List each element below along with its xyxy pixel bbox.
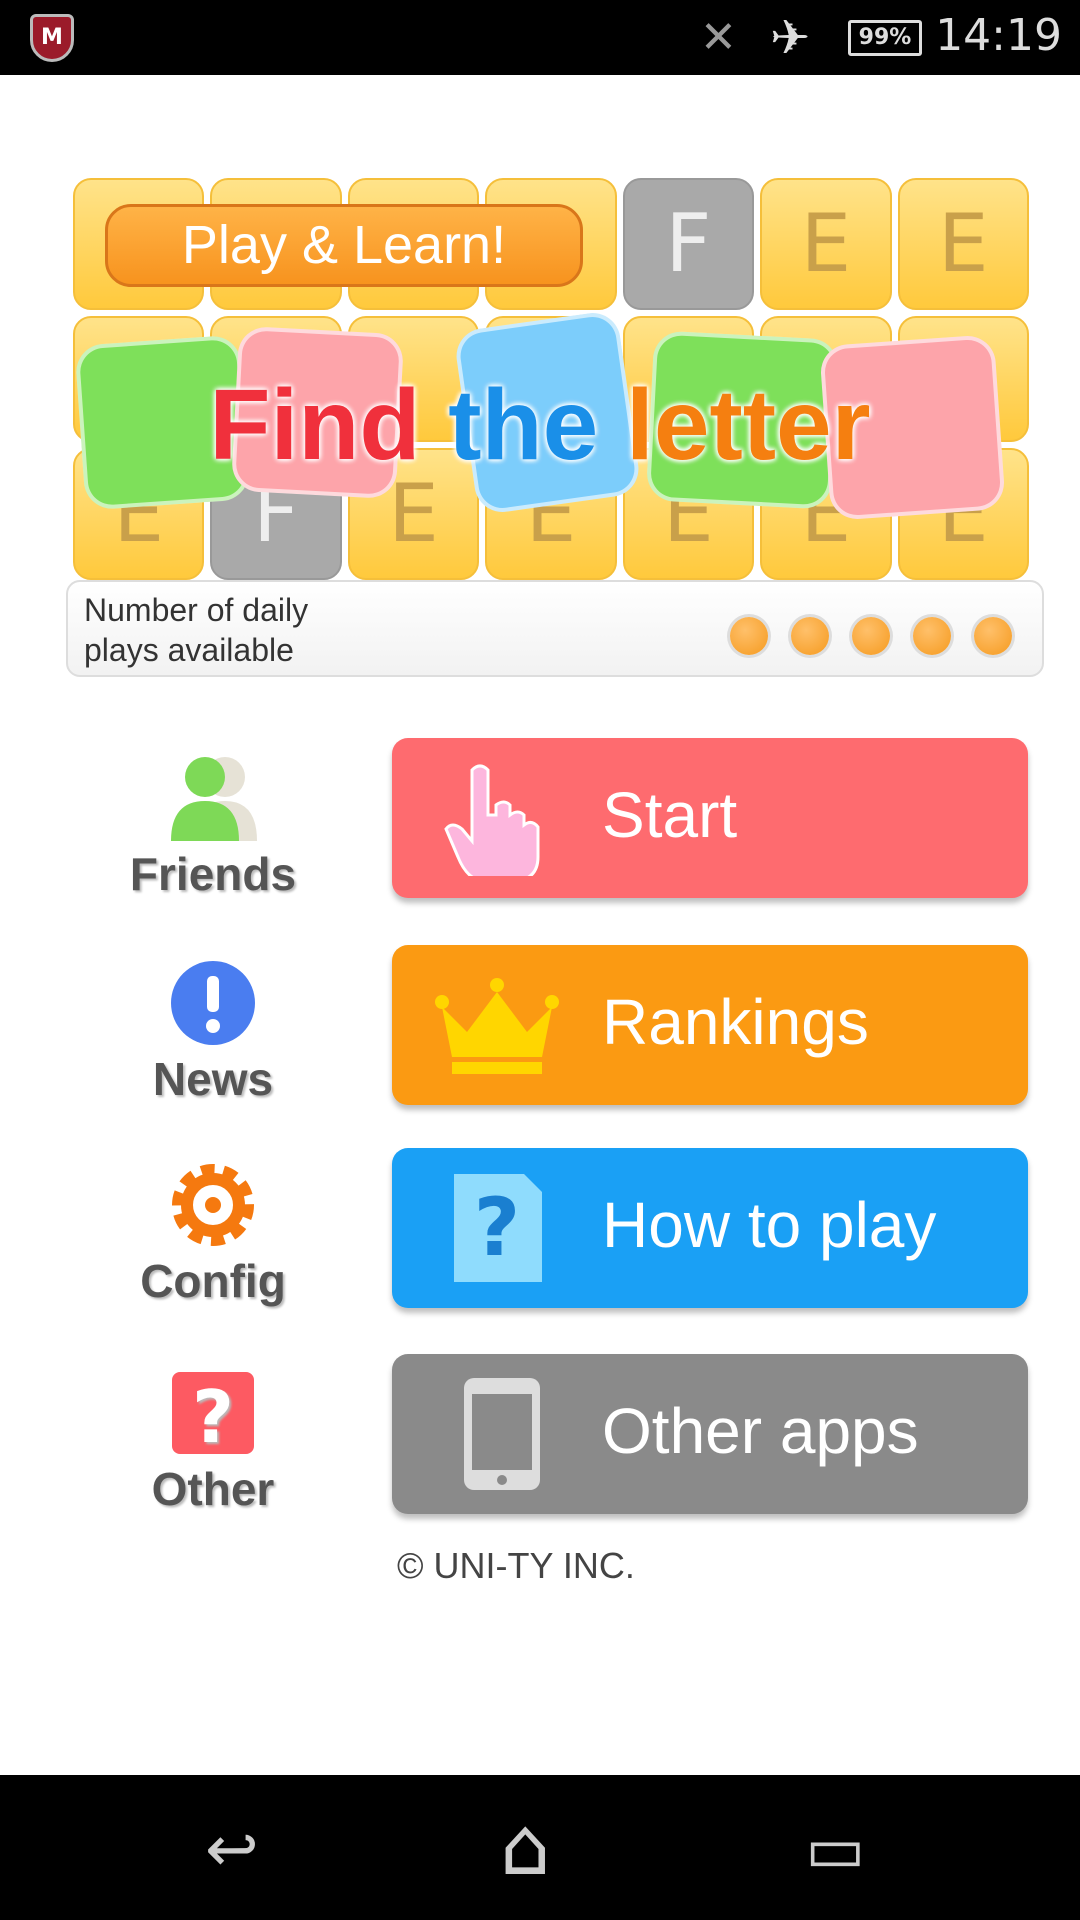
game-title: Find the letter xyxy=(90,365,990,485)
button-label: Start xyxy=(602,779,738,851)
play-count-dot xyxy=(974,617,1012,655)
clock: 14:19 xyxy=(935,10,1062,61)
daily-plays-label: Number of daily xyxy=(84,592,309,628)
config-button[interactable]: Config xyxy=(103,1162,323,1308)
game-logo: Find the letter xyxy=(74,309,1006,540)
question-icon: ? xyxy=(172,1372,254,1456)
svg-text:?: ? xyxy=(474,1181,520,1274)
status-bar: M ✕ ✈ 99% 14:19 xyxy=(0,0,1080,75)
friends-button[interactable]: Friends xyxy=(103,755,323,901)
daily-plays-panel: Number of daily plays available xyxy=(66,580,1044,677)
letter-tile: E xyxy=(897,178,1029,310)
button-label: Rankings xyxy=(602,986,869,1058)
back-icon[interactable]: ↩ xyxy=(205,1813,259,1887)
airplane-icon: ✈ xyxy=(770,10,811,66)
copyright: © UNI-TY INC. xyxy=(397,1545,635,1586)
button-label: Other apps xyxy=(602,1395,919,1467)
side-label: News xyxy=(152,1053,274,1105)
side-label: Config xyxy=(140,1255,286,1307)
title-word: Find xyxy=(209,369,421,481)
side-label: Other xyxy=(151,1463,275,1515)
home-icon[interactable]: ⌂ xyxy=(500,1800,551,1893)
play-count-dot xyxy=(852,617,890,655)
letter-tile: E xyxy=(760,178,892,310)
play-count-dot xyxy=(730,617,768,655)
crown-icon xyxy=(435,978,559,1074)
friends-icon xyxy=(171,757,257,841)
question-document-icon: ? xyxy=(454,1174,542,1282)
mcafee-shield-icon: M xyxy=(30,14,74,62)
rankings-button[interactable]: Rankings xyxy=(392,945,1028,1105)
letter-tile: F xyxy=(622,178,755,310)
other-button[interactable]: ? Other xyxy=(103,1370,323,1516)
svg-text:?: ? xyxy=(192,1375,234,1456)
battery-icon: 99% xyxy=(848,20,922,56)
pointing-hand-icon xyxy=(444,764,540,876)
side-label: Friends xyxy=(129,848,297,900)
smartphone-icon xyxy=(464,1378,540,1490)
title-word: letter xyxy=(626,369,871,481)
daily-plays-label: plays available xyxy=(84,632,294,668)
gear-icon xyxy=(172,1164,254,1246)
start-button[interactable]: Start xyxy=(392,738,1028,898)
how-to-play-button[interactable]: ? How to play xyxy=(392,1148,1028,1308)
other-apps-button[interactable]: Other apps xyxy=(392,1354,1028,1514)
news-button[interactable]: News xyxy=(103,960,323,1106)
navigation-bar: ↩ ⌂ ▭ xyxy=(0,1775,1080,1920)
play-count-dot xyxy=(791,617,829,655)
recents-icon[interactable]: ▭ xyxy=(805,1813,865,1887)
exclamation-icon xyxy=(171,961,255,1045)
title-word: the xyxy=(448,369,599,481)
button-label: How to play xyxy=(602,1189,937,1261)
tagline-badge: Play & Learn! xyxy=(105,204,583,287)
nfc-off-icon: ✕ xyxy=(700,12,737,63)
play-count-dot xyxy=(913,617,951,655)
